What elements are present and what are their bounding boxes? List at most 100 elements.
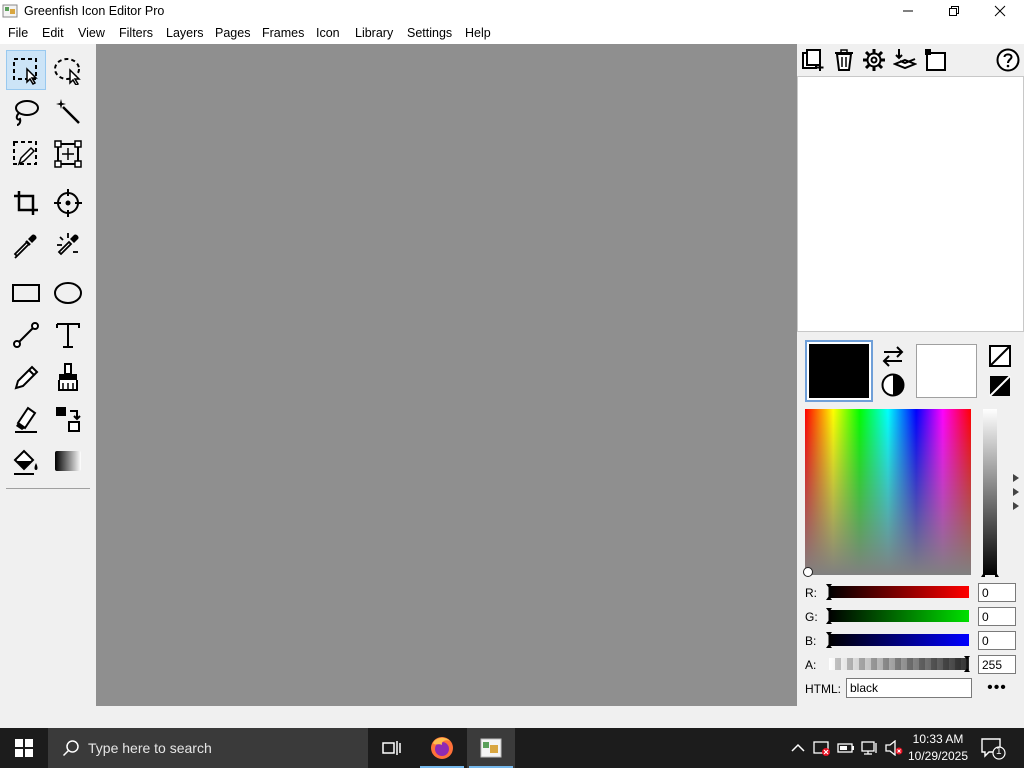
page-button[interactable]	[922, 46, 950, 74]
firefox-taskbar-button[interactable]	[418, 728, 466, 768]
menu-frames[interactable]: Frames	[262, 26, 304, 40]
taskbar-clock[interactable]: 10:33 AM 10/29/2025	[904, 731, 972, 765]
alpha-slider-thumb[interactable]	[964, 656, 970, 672]
lasso-tool[interactable]	[6, 92, 46, 132]
taskbar-search-box[interactable]: Type here to search	[48, 728, 368, 768]
windows-logo-icon	[15, 739, 33, 757]
new-layer-icon	[802, 49, 824, 71]
magic-wand-tool[interactable]	[48, 92, 88, 132]
canvas-area[interactable]	[96, 44, 797, 706]
line-icon	[13, 322, 39, 348]
menu-settings[interactable]: Settings	[407, 26, 452, 40]
close-button[interactable]	[977, 0, 1023, 22]
crop-tool[interactable]	[6, 183, 46, 223]
green-slider-thumb[interactable]	[826, 608, 832, 624]
taskbar: Type here to search 10:33 AM 10/29/2025 …	[0, 728, 1024, 768]
minimize-button[interactable]	[885, 0, 931, 22]
tray-battery[interactable]	[836, 738, 856, 758]
layer-properties-icon	[863, 49, 885, 71]
layer-properties-button[interactable]	[860, 46, 888, 74]
menu-pages[interactable]: Pages	[215, 26, 250, 40]
menu-library[interactable]: Library	[355, 26, 393, 40]
primary-color-swatch[interactable]	[805, 340, 873, 402]
luminance-marker[interactable]	[981, 571, 999, 577]
html-color-label: HTML:	[805, 682, 841, 696]
smart-picker-tool[interactable]	[48, 225, 88, 265]
invert-colors-button[interactable]	[880, 372, 906, 398]
blue-slider[interactable]	[829, 634, 969, 646]
tray-security[interactable]	[812, 738, 832, 758]
picker-spark-icon	[57, 233, 79, 256]
layers-list[interactable]	[797, 76, 1024, 332]
red-slider[interactable]	[829, 586, 969, 598]
menu-edit[interactable]: Edit	[42, 26, 64, 40]
target-icon	[54, 189, 82, 217]
color-replacer-tool[interactable]	[48, 399, 88, 439]
luminance-bar[interactable]	[983, 409, 997, 575]
swap-arrows-icon	[882, 346, 904, 367]
menu-icon[interactable]: Icon	[316, 26, 340, 40]
tray-volume[interactable]	[884, 738, 904, 758]
lasso-icon	[15, 100, 39, 126]
menu-file[interactable]: File	[8, 26, 28, 40]
gradient-tool[interactable]	[48, 441, 88, 481]
eraser-tool[interactable]	[6, 399, 46, 439]
help-button[interactable]	[994, 46, 1022, 74]
palette-arrow-icon[interactable]	[1013, 502, 1019, 510]
green-slider[interactable]	[829, 610, 969, 622]
brush-tool[interactable]	[48, 357, 88, 397]
swap-colors-button[interactable]	[880, 343, 906, 369]
tray-network[interactable]	[860, 738, 880, 758]
draw-selection-tool[interactable]	[6, 134, 46, 174]
tray-chevron[interactable]	[788, 738, 808, 758]
new-layer-button[interactable]	[799, 46, 827, 74]
fill-tool[interactable]	[6, 441, 46, 481]
menu-view[interactable]: View	[78, 26, 105, 40]
layers-toolbar	[797, 44, 1024, 76]
spectrum-marker[interactable]	[803, 567, 813, 577]
greenfish-taskbar-button[interactable]	[467, 728, 515, 768]
restore-icon	[949, 6, 959, 16]
inverted-color-button[interactable]	[987, 373, 1013, 399]
menu-layers[interactable]: Layers	[166, 26, 204, 40]
app-icon	[2, 4, 18, 18]
transform-icon	[54, 140, 82, 168]
menu-bar: File Edit View Filters Layers Pages Fram…	[0, 22, 1024, 44]
battery-icon	[837, 743, 854, 753]
menu-filters[interactable]: Filters	[119, 26, 153, 40]
hotspot-tool[interactable]	[48, 183, 88, 223]
html-color-input[interactable]: black	[846, 678, 972, 698]
palette-arrow-icon[interactable]	[1013, 488, 1019, 496]
blue-slider-thumb[interactable]	[826, 632, 832, 648]
blue-value-input[interactable]: 0	[978, 631, 1016, 650]
green-value-input[interactable]: 0	[978, 607, 1016, 626]
eyedropper-icon	[13, 234, 37, 259]
red-value-input[interactable]: 0	[978, 583, 1016, 602]
start-button[interactable]	[0, 728, 48, 768]
transparent-color-button[interactable]	[987, 343, 1013, 369]
menu-help[interactable]: Help	[465, 26, 491, 40]
color-spectrum[interactable]	[805, 409, 971, 575]
palette-arrow-icon[interactable]	[1013, 474, 1019, 482]
ellipse-icon	[54, 282, 82, 304]
pencil-tool[interactable]	[6, 357, 46, 397]
ellipse-tool[interactable]	[48, 273, 88, 313]
alpha-value-input[interactable]: 255	[978, 655, 1016, 674]
rectangle-select-tool[interactable]	[6, 50, 46, 90]
line-tool[interactable]	[6, 315, 46, 355]
secondary-color-swatch[interactable]	[916, 344, 977, 398]
rectangle-tool[interactable]	[6, 273, 46, 313]
color-picker-tool[interactable]	[6, 225, 46, 265]
task-view-button[interactable]	[368, 728, 416, 768]
tool-separator	[6, 488, 90, 489]
red-slider-thumb[interactable]	[826, 584, 832, 600]
notification-center-button[interactable]: 1	[980, 736, 1006, 760]
more-options-button[interactable]: •••	[984, 679, 1010, 696]
merge-layers-button[interactable]	[891, 46, 919, 74]
ellipse-select-tool[interactable]	[48, 50, 88, 90]
alpha-slider[interactable]	[829, 658, 969, 670]
restore-button[interactable]	[931, 0, 977, 22]
transform-tool[interactable]	[48, 134, 88, 174]
delete-layer-button[interactable]	[830, 46, 858, 74]
text-tool[interactable]	[48, 315, 88, 355]
